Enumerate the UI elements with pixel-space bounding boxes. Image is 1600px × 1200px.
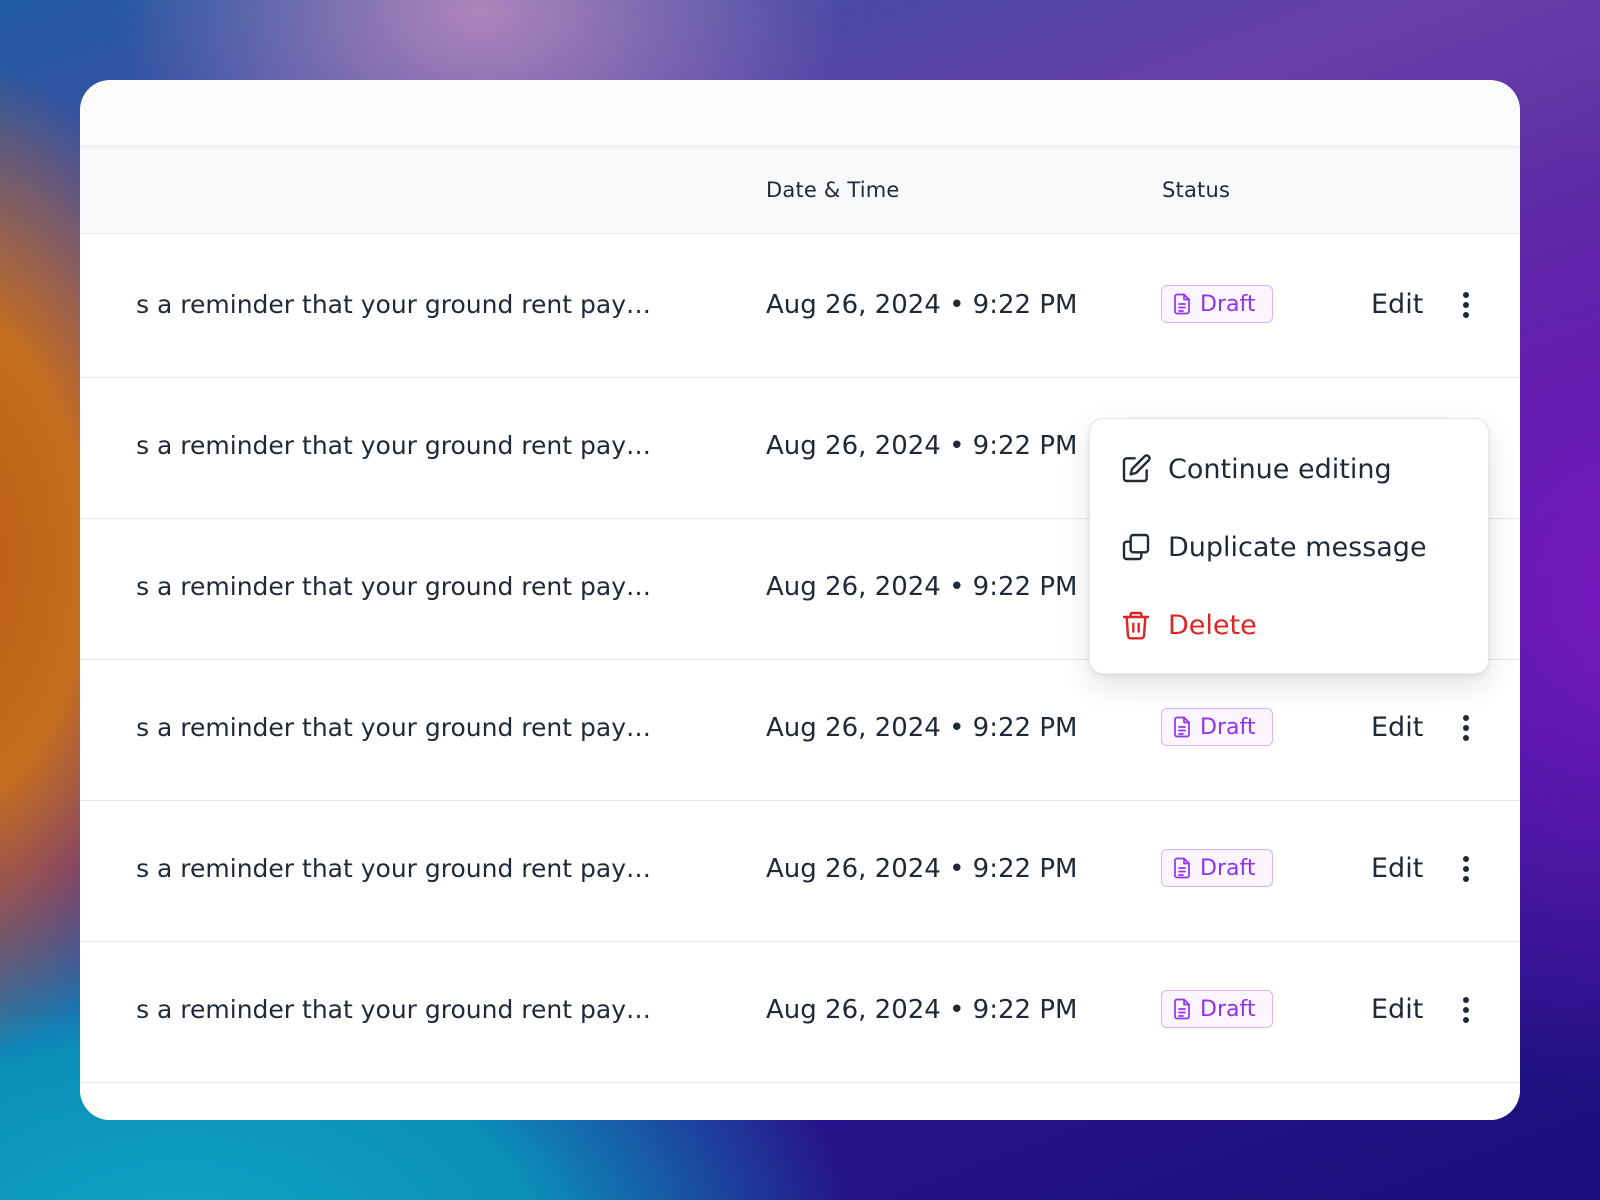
date-time: Aug 26, 2024 • 9:22 PM xyxy=(766,431,1078,461)
document-icon xyxy=(1174,857,1190,879)
more-vertical-icon xyxy=(1463,997,1469,1023)
date-time: Aug 26, 2024 • 9:22 PM xyxy=(766,572,1078,602)
table-row[interactable]: s a reminder that your ground rent pay… A… xyxy=(80,656,1520,801)
trash-icon xyxy=(1122,611,1150,640)
message-preview: s a reminder that your ground rent pay… xyxy=(136,713,651,742)
edit-button[interactable]: Edit xyxy=(1371,712,1423,743)
table-row[interactable]: s a reminder that your ground rent pay… A… xyxy=(80,938,1520,1083)
message-preview: s a reminder that your ground rent pay… xyxy=(136,431,651,460)
date-time: Aug 26, 2024 • 9:22 PM xyxy=(766,995,1078,1025)
edit-button[interactable]: Edit xyxy=(1371,994,1423,1025)
edit-button[interactable]: Edit xyxy=(1371,289,1423,320)
date-time: Aug 26, 2024 • 9:22 PM xyxy=(766,290,1078,320)
more-actions-button[interactable] xyxy=(1451,851,1481,887)
date-time: Aug 26, 2024 • 9:22 PM xyxy=(766,854,1078,884)
messages-card: Date & Time Status s a reminder that you… xyxy=(80,80,1520,1120)
more-vertical-icon xyxy=(1463,856,1469,882)
more-actions-button[interactable] xyxy=(1451,710,1481,746)
more-vertical-icon xyxy=(1463,715,1469,741)
message-preview: s a reminder that your ground rent pay… xyxy=(136,572,651,601)
document-icon xyxy=(1174,998,1190,1020)
status-badge: Draft xyxy=(1161,708,1273,746)
status-badge: Draft xyxy=(1161,990,1273,1028)
pencil-square-icon xyxy=(1122,454,1151,483)
more-vertical-icon xyxy=(1463,292,1469,318)
more-actions-button[interactable] xyxy=(1451,992,1481,1028)
menu-item-label: Duplicate message xyxy=(1168,531,1427,563)
status-label: Draft xyxy=(1200,855,1256,881)
message-preview: s a reminder that your ground rent pay… xyxy=(136,290,651,319)
more-actions-button[interactable] xyxy=(1451,287,1481,323)
date-time: Aug 26, 2024 • 9:22 PM xyxy=(766,713,1078,743)
menu-item-duplicate-message[interactable]: Duplicate message xyxy=(1120,527,1427,567)
message-preview: s a reminder that your ground rent pay… xyxy=(136,995,651,1024)
status-badge: Draft xyxy=(1161,285,1273,323)
table-row[interactable]: s a reminder that your ground rent pay… A… xyxy=(80,797,1520,942)
menu-item-continue-editing[interactable]: Continue editing xyxy=(1120,449,1392,489)
row-actions-menu: Continue editing Duplicate message Delet… xyxy=(1089,418,1489,674)
message-preview: s a reminder that your ground rent pay… xyxy=(136,854,651,883)
status-label: Draft xyxy=(1200,996,1256,1022)
table-header: Date & Time Status xyxy=(80,147,1520,234)
status-badge: Draft xyxy=(1161,849,1273,887)
document-icon xyxy=(1174,716,1190,738)
status-label: Draft xyxy=(1200,291,1256,317)
column-header-status: Status xyxy=(1162,178,1231,202)
duplicate-icon xyxy=(1122,533,1150,561)
status-label: Draft xyxy=(1200,714,1256,740)
menu-item-label: Delete xyxy=(1168,609,1257,641)
edit-button[interactable]: Edit xyxy=(1371,853,1423,884)
document-icon xyxy=(1174,293,1190,315)
column-header-date-time: Date & Time xyxy=(766,178,900,202)
menu-item-delete[interactable]: Delete xyxy=(1120,605,1257,645)
table-row[interactable]: s a reminder that your ground rent pay… A… xyxy=(80,233,1520,378)
menu-item-label: Continue editing xyxy=(1168,453,1392,485)
